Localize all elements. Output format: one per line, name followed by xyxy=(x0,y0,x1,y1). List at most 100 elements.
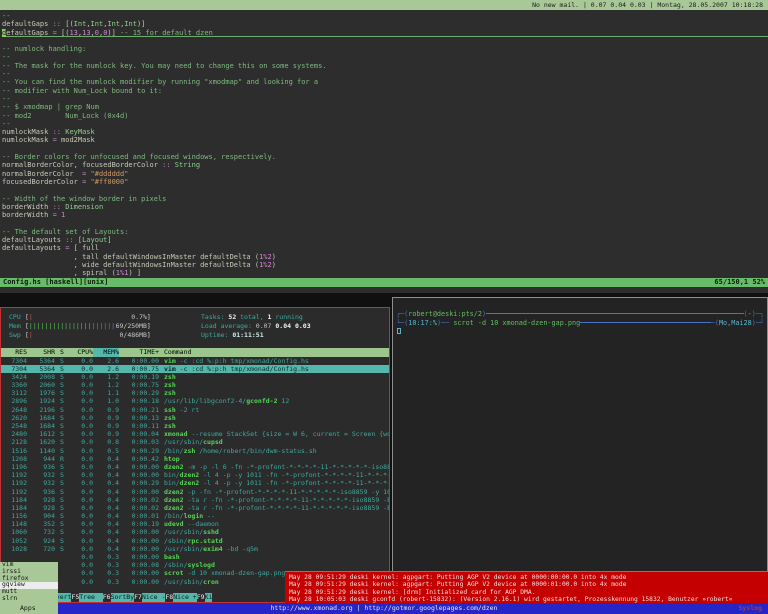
htop-column-res[interactable]: RES xyxy=(1,348,27,357)
htop-column-shr[interactable]: SHR xyxy=(27,348,55,357)
editor-line: -- xyxy=(2,95,768,103)
htop-meter-cpu: CPU[|0.7%] xyxy=(9,313,151,322)
htop-fkey-segment[interactable]: Nice + xyxy=(173,593,196,602)
htop-process-row[interactable]: 31121976S0.01.10:00.29zsh xyxy=(1,389,389,397)
htop-process-row[interactable]: 1156904S0.00.40:00.01/bin/login -- xyxy=(1,512,389,520)
syslog-lines: May 28 09:51:29 deski kernel: agpgart: P… xyxy=(289,574,768,603)
htop-summary-line: Load average: 0.07 0.04 0.03 xyxy=(201,322,311,331)
terminal-window[interactable]: ┌─(robert@deski:pts/2)(-)─┐└─(10:17:%)──… xyxy=(392,297,768,603)
editor-line: , spiral (1%1) ] xyxy=(2,269,768,277)
htop-process-row[interactable]: 34242008S0.01.20:00.19zsh xyxy=(1,373,389,381)
htop-process-row[interactable]: 1192932S0.00.40:00.29bin/dzen2 -l 4 -p -… xyxy=(1,479,389,487)
htop-process-row[interactable]: 1028720S0.00.40:00.00/usr/sbin/exim4 -bd… xyxy=(1,545,389,553)
editor-line: defaultLayouts = [ full xyxy=(2,244,768,252)
htop-process-row[interactable]: 1196936S0.00.40:00.00dzen2 -m -p -l 6 -f… xyxy=(1,463,389,471)
htop-header-row[interactable]: RESSHRSCPU%MEM%TIME+ Command xyxy=(1,348,389,357)
htop-process-row[interactable]: 1184928S0.00.40:00.02dzen2 -ta r -fn -*-… xyxy=(1,504,389,512)
status-bar-syslog-label: Syslog xyxy=(739,603,762,614)
editor-line xyxy=(2,219,768,227)
htop-process-row[interactable]: 0.00.30:00.08/sbin/syslogd xyxy=(1,561,389,569)
htop-process-row[interactable]: 26482196S0.00.90:00.21ssh -2 rt xyxy=(1,406,389,414)
editor-line: -- The default set of Layouts: xyxy=(2,228,768,236)
htop-meters: CPU[|0.7%]Mem[||||||||||||||||||||||69/2… xyxy=(1,313,389,346)
editor-line: defaultGaps :: [(Int,Int,Int,Int)] xyxy=(2,20,768,28)
htop-process-row[interactable]: 15161140S0.00.50:00.29/bin/zsh /home/rob… xyxy=(1,447,389,455)
apps-menu[interactable]: vimirssifirefoxgqviewmuttslrn xyxy=(0,562,58,603)
htop-process-row[interactable]: 1060732S0.00.40:00.00/usr/sbin/sshd xyxy=(1,528,389,536)
apps-menu-title[interactable]: Apps xyxy=(0,603,58,614)
htop-column-cpu[interactable]: CPU% xyxy=(69,348,93,357)
htop-fkey-segment[interactable]: Tree xyxy=(79,593,102,602)
htop-column-mem[interactable]: MEM% xyxy=(93,348,119,357)
htop-summary-column: Tasks: 52 total, 1 runningLoad average: … xyxy=(201,313,311,340)
htop-process-row[interactable]: 1148352S0.00.40:00.19udevd --daemon xyxy=(1,520,389,528)
htop-fkey-segment[interactable]: SortBy xyxy=(111,593,134,602)
terminal-line: └─(10:17:%)── scrot -d 10 xmonad-dzen-ga… xyxy=(396,319,764,328)
status-bar-bottom: http://www.xmonad.org | http://gotmor.go… xyxy=(0,603,768,614)
htop-summary-line: Uptime: 01:11:51 xyxy=(201,331,311,340)
status-bar-urls: http://www.xmonad.org | http://gotmor.go… xyxy=(0,603,768,614)
htop-process-row[interactable]: 28961924S0.01.00:00.18/usr/lib/libgconf2… xyxy=(1,397,389,405)
htop-fkey-segment[interactable]: F6 xyxy=(103,593,111,602)
editor-line: defaultGaps = [(13,13,0,0)] -- 15 for de… xyxy=(2,29,768,37)
vim-statusline-file: Config.hs [haskell][unix] xyxy=(3,278,108,287)
htop-process-row[interactable]: 1208944R0.00.40:00.42htop xyxy=(1,455,389,463)
editor-line: -- The mask for the numlock key. You may… xyxy=(2,62,768,70)
editor-lines[interactable]: --defaultGaps :: [(Int,Int,Int,Int)]defa… xyxy=(2,12,768,278)
editor-line: -- xyxy=(2,120,768,128)
editor-line: -- Width of the window border in pixels xyxy=(2,195,768,203)
editor-line: -- modifier with Num_Lock bound to it: xyxy=(2,87,768,95)
syslog-line: May 28 09:51:29 deski kernel: agpgart: P… xyxy=(289,581,768,588)
editor-line: normalBorderColor = "#dddddd" xyxy=(2,170,768,178)
syslog-window: May 28 09:51:29 deski kernel: agpgart: P… xyxy=(285,571,768,603)
terminal-line: ┌─(robert@deski:pts/2)(-)─┐ xyxy=(396,310,764,319)
htop-process-row[interactable]: 1052924S0.00.40:00.00/sbin/rpc.statd xyxy=(1,537,389,545)
htop-fkey-segment[interactable]: Ki xyxy=(205,593,213,602)
htop-summary-line: Tasks: 52 total, 1 running xyxy=(201,313,311,322)
htop-fkey-segment[interactable]: F9 xyxy=(197,593,205,602)
htop-fkey-segment[interactable]: Nice - xyxy=(142,593,165,602)
htop-window[interactable]: CPU[|0.7%]Mem[||||||||||||||||||||||69/2… xyxy=(0,307,390,603)
htop-column-command[interactable]: Command xyxy=(164,348,191,357)
htop-process-row[interactable]: 26201684S0.00.90:00.13zsh xyxy=(1,414,389,422)
vim-window[interactable]: --defaultGaps :: [(Int,Int,Int,Int)]defa… xyxy=(0,10,768,293)
editor-line: numlockMask = mod2Mask xyxy=(2,136,768,144)
editor-line: -- xyxy=(2,12,768,20)
vim-statusline-position: 65/150,1 52% xyxy=(714,278,765,287)
editor-line: -- You can find the numlock modifier by … xyxy=(2,78,768,86)
editor-line: borderWidth :: Dimension xyxy=(2,203,768,211)
htop-process-row[interactable]: 1184928S0.00.40:00.02dzen2 -ta r -fn -*-… xyxy=(1,496,389,504)
desktop: No new mail. | 0.07 0.04 0.03 | Montag, … xyxy=(0,0,768,614)
htop-process-row[interactable]: 1192936S0.00.40:00.00dzen2 -p -fn -*-pro… xyxy=(1,488,389,496)
editor-line: borderWidth = 1 xyxy=(2,211,768,219)
syslog-line: May 28 10:05:03 deski gconfd (robert-158… xyxy=(289,596,768,603)
htop-process-row[interactable]: 73045364S0.02.60:00.00vim -c :cd %:p:h t… xyxy=(1,357,389,365)
status-bar-top: No new mail. | 0.07 0.04 0.03 | Montag, … xyxy=(0,0,768,10)
terminal-lines: ┌─(robert@deski:pts/2)(-)─┐└─(10:17:%)──… xyxy=(396,310,764,327)
htop-process-list[interactable]: 73045364S0.02.60:00.00vim -c :cd %:p:h t… xyxy=(1,357,389,594)
editor-line: , wide defaultWindowsInMaster defaultDel… xyxy=(2,261,768,269)
htop-process-row[interactable]: 33602060S0.01.20:00.75zsh xyxy=(1,381,389,389)
terminal-cursor xyxy=(397,328,401,334)
menu-item-slrn[interactable]: slrn xyxy=(0,596,58,603)
editor-line: focusedBorderColor = "#ff0000" xyxy=(2,178,768,186)
htop-process-row[interactable]: 0.00.30:00.00bash xyxy=(1,553,389,561)
htop-column-time[interactable]: TIME+ xyxy=(119,348,159,357)
editor-line xyxy=(2,145,768,153)
htop-process-row[interactable]: 25481684S0.00.90:00.11zsh xyxy=(1,422,389,430)
htop-process-row[interactable]: 21281620S0.00.80:00.03/usr/sbin/cupsd xyxy=(1,438,389,446)
status-bar-top-text: No new mail. | 0.07 0.04 0.03 | Montag, … xyxy=(532,1,763,9)
htop-meter-swp: Swp[|0/486MB] xyxy=(9,331,151,340)
editor-line: -- numlock handling: xyxy=(2,45,768,53)
htop-fkey-segment[interactable]: F8 xyxy=(165,593,173,602)
htop-process-row[interactable]: 73045364S0.02.60:00.75vim -c :cd %:p:h t… xyxy=(1,365,389,373)
editor-line: -- xyxy=(2,70,768,78)
editor-line: , tall defaultWindowsInMaster defaultDel… xyxy=(2,253,768,261)
htop-fkey-segment[interactable]: F7 xyxy=(134,593,142,602)
syslog-line: May 28 09:51:29 deski kernel: agpgart: P… xyxy=(289,574,768,581)
htop-process-row[interactable]: 1192932S0.00.40:00.00bin/dzen2 -l 4 -p -… xyxy=(1,471,389,479)
htop-fkey-segment[interactable]: F5 xyxy=(71,593,79,602)
editor-line: -- Border colors for unfocused and focus… xyxy=(2,153,768,161)
htop-process-row[interactable]: 24801612S0.00.90:00.04xmonad --resume St… xyxy=(1,430,389,438)
htop-column-s[interactable]: S xyxy=(55,348,69,357)
